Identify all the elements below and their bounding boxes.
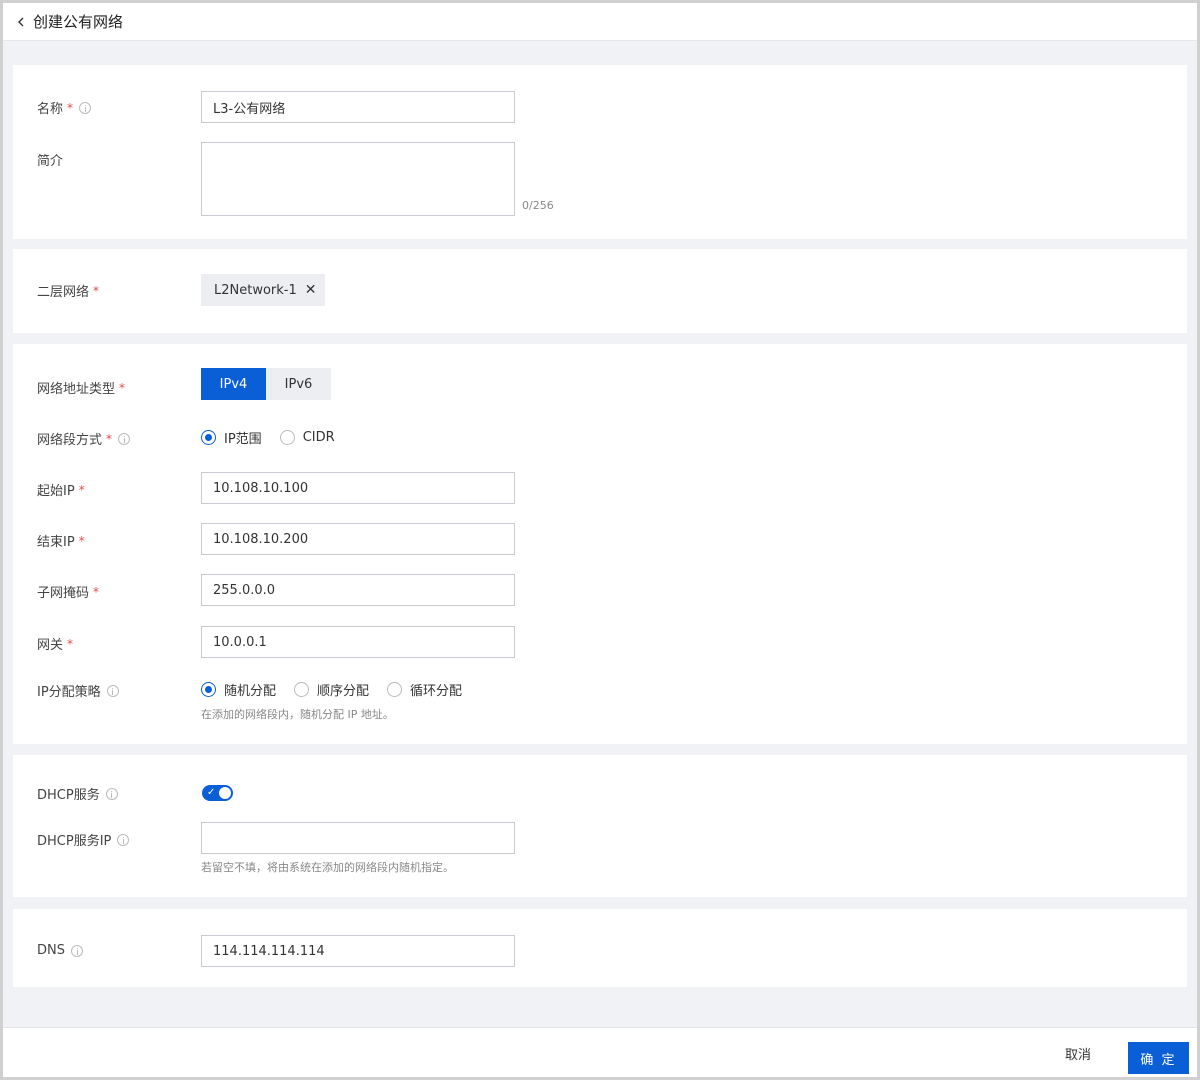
network-settings-card: 网络地址类型 * IPv4 IPv6 网络段方式 * IP范围 CIDR 起始I… [13, 344, 1187, 744]
addr-type-label: 网络地址类型 * [37, 378, 126, 398]
segment-mode-ip-range-radio[interactable]: IP范围 [201, 428, 262, 447]
dhcp-ip-input[interactable] [201, 822, 515, 854]
policy-sequential-radio[interactable]: 顺序分配 [294, 680, 369, 699]
dhcp-ip-hint: 若留空不填，将由系统在添加的网络段内随机指定。 [201, 861, 454, 874]
name-label-text: 名称 [37, 102, 64, 117]
start-ip-input[interactable] [201, 472, 515, 504]
radio-label: 随机分配 [224, 684, 277, 699]
dhcp-service-label: DHCP服务 [37, 784, 118, 803]
radio-unchecked-icon [387, 682, 403, 697]
segment-mode-cidr-radio[interactable]: CIDR [279, 430, 335, 445]
start-ip-label-text: 起始IP [37, 484, 75, 499]
radio-label: 顺序分配 [317, 684, 370, 699]
page-header: 创建公有网络 [3, 3, 1197, 41]
ip-policy-radio-group: 随机分配 顺序分配 循环分配 [201, 680, 480, 699]
close-icon[interactable]: ✕ [305, 282, 317, 298]
required-mark: * [67, 636, 74, 651]
radio-label: 循环分配 [410, 684, 463, 699]
subnet-mask-input[interactable] [201, 574, 515, 606]
page-frame: 创建公有网络 名称 * 简介 0/256 二层网络 * L2Network-1 … [0, 0, 1200, 1080]
ip-policy-hint: 在添加的网络段内，随机分配 IP 地址。 [201, 708, 394, 721]
policy-round-robin-radio[interactable]: 循环分配 [387, 680, 462, 699]
dhcp-card: DHCP服务 ✓ DHCP服务IP 若留空不填，将由系统在添加的网络段内随机指定… [13, 755, 1187, 897]
segment-mode-label: 网络段方式 * [37, 429, 131, 448]
info-icon[interactable] [105, 787, 118, 800]
check-icon: ✓ [207, 787, 216, 798]
required-mark: * [119, 380, 126, 395]
required-mark: * [106, 431, 113, 446]
dns-input[interactable] [201, 935, 515, 967]
l2-network-card: 二层网络 * L2Network-1 ✕ [13, 249, 1187, 333]
dns-label-text: DNS [37, 943, 65, 958]
l2-network-tag: L2Network-1 ✕ [201, 274, 325, 306]
required-mark: * [78, 482, 85, 497]
addr-type-label-text: 网络地址类型 [37, 382, 116, 397]
name-label: 名称 * [37, 98, 92, 117]
back-button[interactable]: 创建公有网络 [15, 11, 123, 32]
end-ip-label-text: 结束IP [37, 535, 75, 550]
footer-bar: 取消 确 定 [3, 1027, 1197, 1077]
desc-label: 简介 [37, 150, 63, 169]
subnet-mask-label: 子网掩码 * [37, 582, 100, 602]
desc-char-counter: 0/256 [522, 199, 554, 212]
radio-label: IP范围 [224, 432, 262, 447]
policy-random-radio[interactable]: 随机分配 [201, 680, 276, 699]
dns-label: DNS [37, 943, 83, 958]
l2-network-label-text: 二层网络 [37, 285, 90, 300]
gateway-input[interactable] [201, 626, 515, 658]
segment-mode-label-text: 网络段方式 [37, 433, 103, 448]
dhcp-ip-label-text: DHCP服务IP [37, 834, 112, 849]
info-icon[interactable] [71, 944, 83, 957]
desc-textarea[interactable] [201, 142, 515, 216]
name-input[interactable] [201, 91, 515, 123]
required-mark: * [93, 283, 100, 298]
dhcp-service-toggle[interactable]: ✓ [202, 785, 233, 801]
required-mark: * [93, 584, 100, 599]
start-ip-label: 起始IP * [37, 480, 85, 500]
required-mark: * [67, 100, 74, 115]
addr-type-ipv6-button[interactable]: IPv6 [266, 368, 331, 400]
gateway-label-text: 网关 [37, 638, 64, 653]
confirm-button[interactable]: 确 定 [1128, 1042, 1189, 1074]
dns-card: DNS [13, 909, 1187, 987]
segment-mode-radio-group: IP范围 CIDR [201, 428, 353, 447]
ip-policy-label: IP分配策略 [37, 681, 119, 700]
radio-label: CIDR [302, 430, 335, 445]
cancel-button[interactable]: 取消 [1065, 1044, 1091, 1063]
chevron-left-icon [18, 17, 24, 26]
radio-unchecked-icon [279, 430, 295, 445]
end-ip-input[interactable] [201, 523, 515, 555]
end-ip-label: 结束IP * [37, 531, 85, 551]
addr-type-segmented: IPv4 IPv6 [201, 368, 331, 400]
toggle-knob [219, 787, 231, 799]
addr-type-ipv4-button[interactable]: IPv4 [201, 368, 266, 400]
l2-network-tag-text: L2Network-1 [214, 282, 297, 298]
gateway-label: 网关 * [37, 634, 74, 654]
ip-policy-label-text: IP分配策略 [37, 685, 101, 700]
basic-info-card: 名称 * 简介 0/256 [13, 65, 1187, 239]
info-icon[interactable] [117, 833, 130, 846]
l2-network-label: 二层网络 * [37, 281, 100, 301]
info-icon[interactable] [79, 101, 92, 114]
info-icon[interactable] [118, 432, 131, 445]
radio-checked-icon [201, 430, 216, 445]
dhcp-ip-label: DHCP服务IP [37, 830, 130, 849]
subnet-mask-label-text: 子网掩码 [37, 586, 90, 601]
desc-label-text: 简介 [37, 154, 64, 169]
page-title: 创建公有网络 [33, 13, 124, 31]
dhcp-service-label-text: DHCP服务 [37, 788, 100, 803]
radio-unchecked-icon [294, 682, 310, 697]
info-icon[interactable] [106, 684, 119, 697]
radio-checked-icon [201, 682, 216, 697]
required-mark: * [78, 533, 85, 548]
